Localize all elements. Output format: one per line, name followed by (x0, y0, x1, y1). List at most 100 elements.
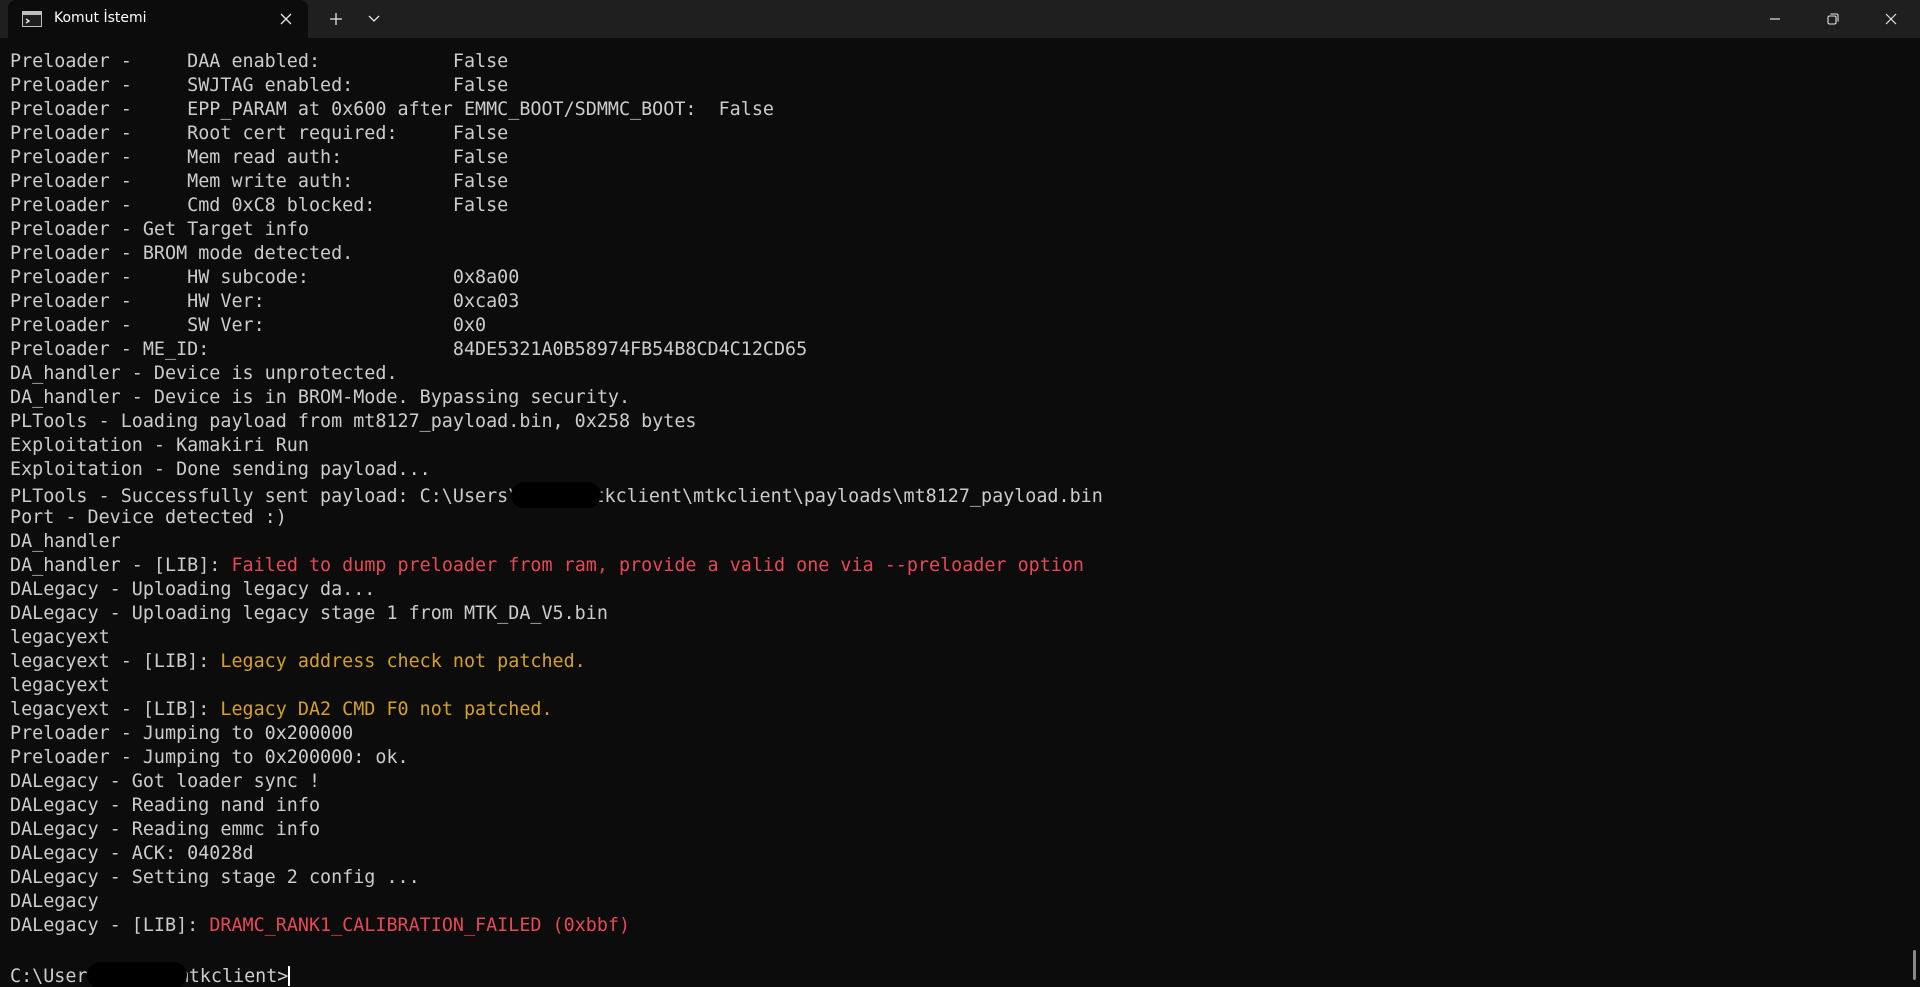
terminal-line: Preloader - Jumping to 0x200000 (10, 722, 1910, 746)
minimize-icon (1770, 18, 1780, 20)
log-text: DALegacy - Uploading legacy da... (10, 579, 376, 600)
log-text: DALegacy - Setting stage 2 config ... (10, 867, 420, 888)
scrollbar[interactable] (1913, 950, 1916, 980)
terminal-line: DALegacy - Got loader sync ! (10, 770, 1910, 794)
terminal-line: Preloader - ME_ID: 84DE5321A0B58974FB54B… (10, 338, 1910, 362)
terminal-line: Preloader - DAA enabled: False (10, 50, 1910, 74)
terminal-line: legacyext (10, 674, 1910, 698)
terminal-line: Preloader - Mem write auth: False (10, 170, 1910, 194)
terminal-line: Preloader - Get Target info (10, 218, 1910, 242)
terminal-line: DALegacy - Reading nand info (10, 794, 1910, 818)
log-text: Preloader - Cmd 0xC8 blocked: False (10, 195, 509, 216)
log-text: Preloader - Mem read auth: False (10, 147, 509, 168)
log-text: Preloader - SW Ver: 0x0 (10, 315, 487, 336)
terminal-line: DA_handler - Device is unprotected. (10, 362, 1910, 386)
terminal-line: DALegacy - Reading emmc info (10, 818, 1910, 842)
terminal-line: DA_handler - [LIB]: Failed to dump prelo… (10, 554, 1910, 578)
log-text: DALegacy - Reading nand info (10, 795, 321, 816)
log-text: DALegacy (10, 891, 99, 912)
log-highlight: DRAMC_RANK1_CALIBRATION_FAILED (0xbbf) (209, 915, 631, 936)
log-highlight: Failed to dump preloader from ram, provi… (231, 555, 1085, 576)
tab-title: Komut İstemi (54, 10, 147, 26)
log-text: legacyext (10, 627, 110, 648)
log-text: Preloader - EPP_PARAM at 0x600 after EMM… (10, 99, 774, 120)
log-text: Preloader - Mem write auth: False (10, 171, 509, 192)
log-text: DA_handler - Device is unprotected. (10, 363, 398, 384)
restore-icon (1827, 13, 1839, 25)
log-text: Preloader - HW subcode: 0x8a00 (10, 267, 520, 288)
close-tab-icon[interactable] (276, 9, 296, 29)
terminal-line: PLTools - Successfully sent payload: C:\… (10, 482, 1910, 508)
terminal-line: Preloader - Jumping to 0x200000: ok. (10, 746, 1910, 770)
terminal-line: DALegacy - [LIB]: DRAMC_RANK1_CALIBRATIO… (10, 914, 1910, 938)
terminal-icon (22, 11, 42, 27)
close-window-button[interactable] (1862, 0, 1920, 38)
terminal-line: legacyext (10, 626, 1910, 650)
close-icon (1885, 13, 1897, 25)
terminal-line: Port - Device detected :) (10, 506, 1910, 530)
new-tab-button[interactable] (318, 0, 354, 38)
tab-dropdown-button[interactable] (356, 0, 392, 38)
terminal-line: DALegacy - Uploading legacy da... (10, 578, 1910, 602)
minimize-button[interactable] (1746, 0, 1804, 38)
log-text: Preloader - HW Ver: 0xca03 (10, 291, 520, 312)
log-text: DALegacy - Uploading legacy stage 1 from… (10, 603, 608, 624)
terminal-line: legacyext - [LIB]: Legacy DA2 CMD F0 not… (10, 698, 1910, 722)
terminal-line: Exploitation - Done sending payload... (10, 458, 1910, 482)
terminal-line: Preloader - EPP_PARAM at 0x600 after EMM… (10, 98, 1910, 122)
terminal-line: Preloader - HW Ver: 0xca03 (10, 290, 1910, 314)
log-highlight: Legacy DA2 CMD F0 not patched. (220, 699, 553, 720)
log-text: Preloader - Get Target info (10, 219, 309, 240)
terminal-line: Preloader - BROM mode detected. (10, 242, 1910, 266)
log-text: Exploitation - Kamakiri Run (10, 435, 309, 456)
terminal-line: Preloader - SWJTAG enabled: False (10, 74, 1910, 98)
plus-icon (330, 13, 342, 25)
log-text: legacyext - [LIB]: (10, 651, 221, 672)
log-text: DALegacy - Reading emmc info (10, 819, 321, 840)
terminal-line: Preloader - HW subcode: 0x8a00 (10, 266, 1910, 290)
terminal-line: DALegacy (10, 890, 1910, 914)
terminal-line: Exploitation - Kamakiri Run (10, 434, 1910, 458)
terminal-line: DALegacy - Setting stage 2 config ... (10, 866, 1910, 890)
log-text: \mtkclient\mtkclient\payloads\mt8127_pay… (571, 486, 1103, 507)
chevron-down-icon (368, 15, 380, 22)
log-text: Preloader - SWJTAG enabled: False (10, 75, 509, 96)
log-text: Preloader - Jumping to 0x200000: ok. (10, 747, 409, 768)
log-text: DALegacy - ACK: 04028d (10, 843, 254, 864)
terminal-line: legacyext - [LIB]: Legacy address check … (10, 650, 1910, 674)
log-text: Preloader - BROM mode detected. (10, 243, 354, 264)
log-highlight: Legacy address check not patched. (220, 651, 586, 672)
log-text: legacyext (10, 675, 110, 696)
log-text: DA_handler - [LIB]: (10, 555, 232, 576)
terminal-line: Preloader - Mem read auth: False (10, 146, 1910, 170)
log-text: PLTools - Loading payload from mt8127_pa… (10, 411, 697, 432)
title-bar: Komut İstemi (0, 0, 1920, 38)
log-text: Preloader - DAA enabled: False (10, 51, 509, 72)
terminal-line: PLTools - Loading payload from mt8127_pa… (10, 410, 1910, 434)
text-cursor (288, 966, 291, 986)
log-text: DALegacy - [LIB]: (10, 915, 210, 936)
terminal-line: DA_handler - Device is in BROM-Mode. Byp… (10, 386, 1910, 410)
terminal-line: DALegacy - ACK: 04028d (10, 842, 1910, 866)
log-text: DA_handler (10, 531, 121, 552)
log-text: C:\Users (10, 966, 99, 987)
log-text: Preloader - Jumping to 0x200000 (10, 723, 354, 744)
tab-komut-istemi[interactable]: Komut İstemi (8, 0, 308, 38)
terminal-output[interactable]: Preloader - DAA enabled: False Preloader … (0, 38, 1910, 987)
log-text: Port - Device detected :) (10, 507, 287, 528)
log-text: Preloader - Root cert required: False (10, 123, 509, 144)
restore-button[interactable] (1804, 0, 1862, 38)
terminal-line: DA_handler (10, 530, 1910, 554)
terminal-line: Preloader - Cmd 0xC8 blocked: False (10, 194, 1910, 218)
redacted-username (86, 962, 187, 987)
redacted-username (511, 482, 602, 508)
command-prompt[interactable]: C:\Users \mtkclient> (10, 962, 1910, 987)
log-text: Exploitation - Done sending payload... (10, 459, 431, 480)
log-text: legacyext - [LIB]: (10, 699, 221, 720)
log-text: Preloader - ME_ID: 84DE5321A0B58974FB54B… (10, 339, 808, 360)
terminal-line: DALegacy - Uploading legacy stage 1 from… (10, 602, 1910, 626)
log-text: PLTools - Successfully sent payload: C:\… (10, 486, 520, 507)
log-text: DA_handler - Device is in BROM-Mode. Byp… (10, 387, 631, 408)
terminal-line: Preloader - Root cert required: False (10, 122, 1910, 146)
